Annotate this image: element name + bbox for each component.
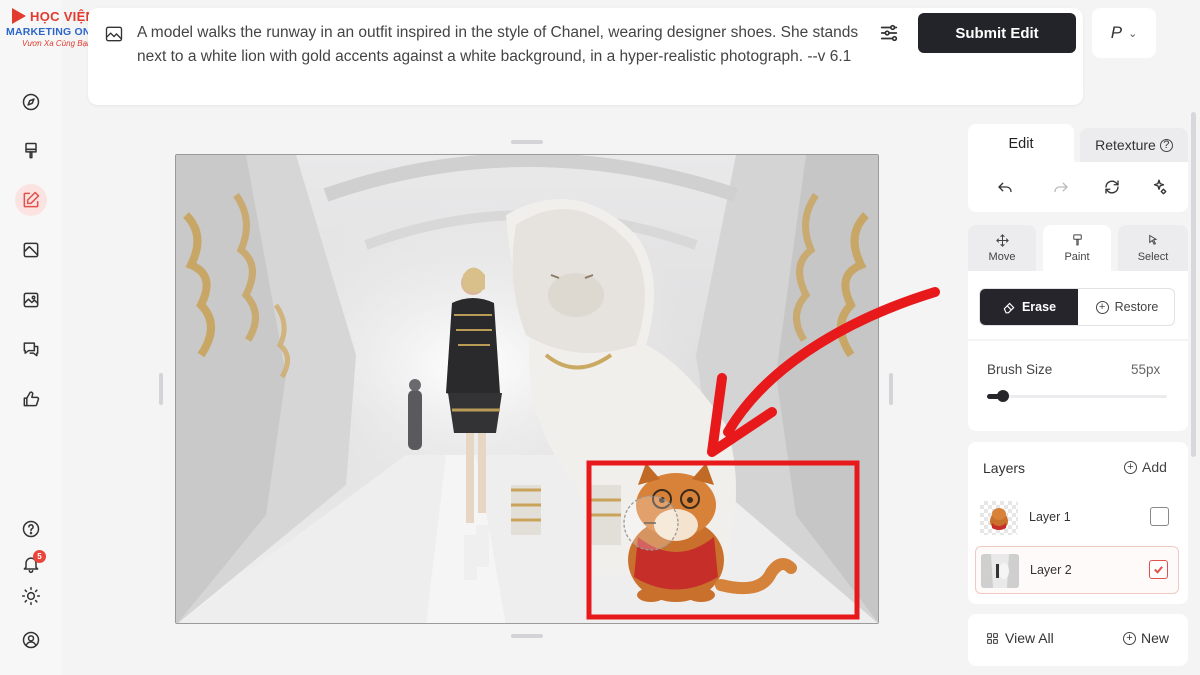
add-layer-label: Add (1142, 459, 1167, 475)
brush-size-label: Brush Size (987, 362, 1053, 377)
prompt-text[interactable]: A model walks the runway in an outfit in… (137, 21, 867, 69)
mode-select[interactable]: Select (1118, 225, 1188, 271)
brush-size-card (968, 341, 1188, 431)
layers-title: Layers (983, 460, 1026, 476)
mode-move-label: Move (988, 251, 1016, 263)
magic-wand-icon[interactable] (1148, 176, 1170, 198)
erase-button[interactable]: Erase (980, 289, 1078, 325)
layer-name: Layer 1 (1029, 510, 1071, 524)
brush-size-slider[interactable] (987, 395, 1167, 398)
history-tools (968, 162, 1188, 212)
eraser-icon (1003, 302, 1015, 314)
view-all-label: View All (1005, 630, 1054, 646)
move-icon (995, 234, 1009, 247)
new-label: New (1141, 630, 1170, 646)
view-all-button[interactable]: View All (986, 630, 1054, 646)
grid-icon (987, 632, 998, 644)
brand-line-3: Vươn Xa Cùng Bạn (22, 39, 92, 48)
add-layer-button[interactable]: + Add (1124, 459, 1167, 475)
panel-scrollbar[interactable] (1191, 112, 1196, 457)
plus-circle-icon: + (1124, 460, 1137, 474)
mode-move[interactable]: Move (968, 225, 1036, 271)
tab-retexture-label: Retexture (1095, 137, 1156, 153)
restore-button[interactable]: + Restore (1078, 289, 1174, 325)
paintbrush-icon[interactable] (15, 135, 47, 167)
help-icon[interactable] (15, 513, 47, 545)
help-circle-icon[interactable]: ? (1159, 138, 1173, 152)
layer-name: Layer 2 (1030, 563, 1072, 577)
image-icon[interactable] (15, 284, 47, 316)
new-button[interactable]: + New (1123, 630, 1169, 646)
check-icon (1154, 566, 1163, 574)
layers-book-icon[interactable] (15, 234, 47, 266)
brand-logo-icon (12, 8, 26, 24)
compass-icon[interactable] (15, 86, 47, 118)
layer-thumbnail (981, 554, 1019, 588)
canvas-photo (176, 155, 878, 623)
notification-badge: 5 (33, 550, 46, 563)
erase-restore-toggle: Erase + Restore (979, 288, 1175, 326)
edit-canvas[interactable] (175, 154, 879, 624)
undo-icon[interactable] (994, 176, 1016, 198)
account-icon[interactable] (15, 624, 47, 656)
tab-retexture[interactable]: Retexture ? (1080, 128, 1188, 162)
submit-edit-button[interactable]: Submit Edit (918, 13, 1076, 53)
resize-handle-bottom[interactable] (511, 634, 543, 638)
profile-dropdown[interactable]: P ⌄ (1092, 8, 1156, 58)
resize-handle-left[interactable] (159, 373, 163, 405)
mode-select-label: Select (1137, 251, 1169, 263)
layer-item[interactable]: Layer 1 (975, 494, 1179, 542)
brush-size-knob[interactable] (997, 390, 1009, 402)
restore-label: Restore (1114, 300, 1159, 314)
resize-handle-right[interactable] (889, 373, 893, 405)
resize-handle-top[interactable] (511, 140, 543, 144)
chat-icon[interactable] (15, 333, 47, 365)
tab-edit[interactable]: Edit (968, 124, 1074, 164)
brush-size-value: 55px (1131, 362, 1161, 377)
chevron-down-icon: ⌄ (1128, 27, 1138, 40)
layer-thumbnail (980, 501, 1018, 535)
sun-icon[interactable] (15, 580, 47, 612)
bell-icon[interactable]: 5 (15, 548, 47, 580)
profile-letter: P (1110, 23, 1123, 42)
mode-paint[interactable]: Paint (1043, 225, 1111, 271)
plus-circle-icon: + (1123, 631, 1136, 645)
mode-paint-label: Paint (1064, 251, 1090, 263)
layer-item[interactable]: Layer 2 (975, 546, 1179, 594)
plus-circle-icon: + (1095, 300, 1109, 314)
reset-icon[interactable] (1101, 176, 1123, 198)
erase-label: Erase (1021, 300, 1057, 314)
left-sidebar: 5 (0, 0, 62, 675)
image-prompt-icon[interactable] (104, 24, 124, 44)
thumbs-up-icon[interactable] (15, 383, 47, 415)
layer-checkbox[interactable] (1149, 560, 1168, 579)
cursor-select-icon (1148, 234, 1157, 245)
paintbrush-icon (1072, 234, 1082, 246)
edit-icon[interactable] (15, 184, 47, 216)
redo-icon[interactable] (1050, 176, 1072, 198)
settings-sliders-icon[interactable] (878, 22, 902, 46)
brand-line-1: HỌC VIỆN (30, 9, 96, 24)
layer-checkbox[interactable] (1150, 507, 1169, 526)
